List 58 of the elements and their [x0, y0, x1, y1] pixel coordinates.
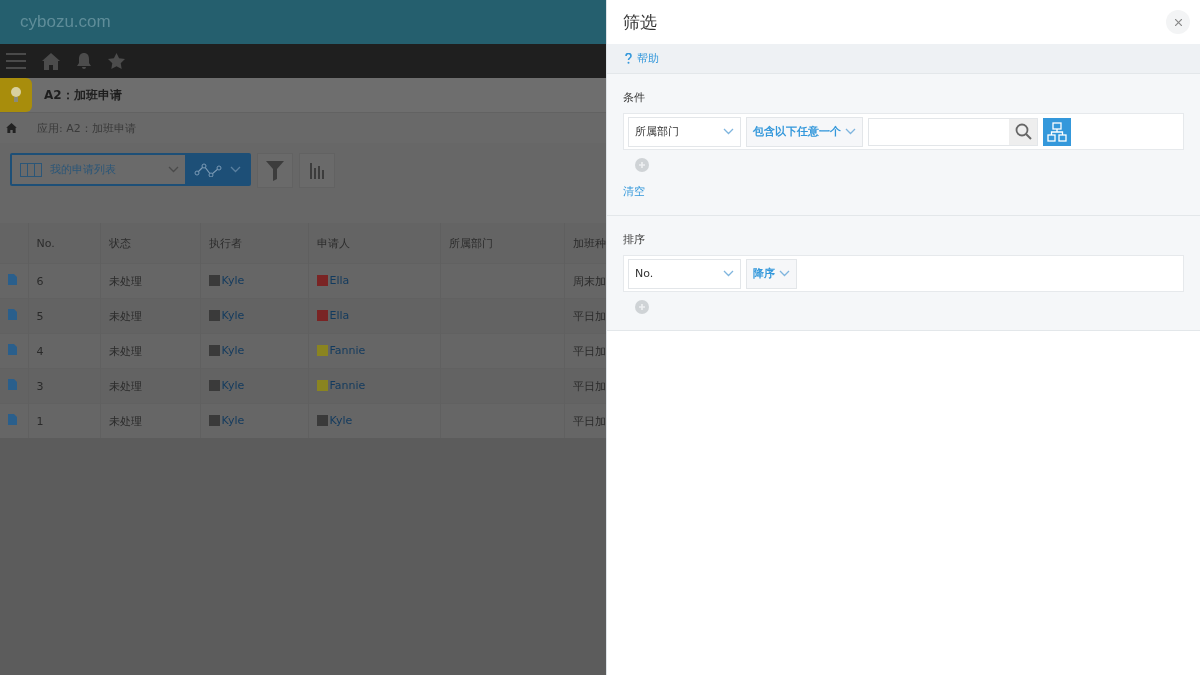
column-header: No. — [28, 223, 100, 264]
menu-icon[interactable] — [6, 53, 26, 69]
document-icon[interactable] — [8, 414, 17, 425]
question-icon — [625, 53, 632, 64]
sort-field-select[interactable]: No. — [628, 258, 741, 289]
chevron-icon — [779, 270, 790, 277]
table-cell: 5 — [28, 298, 100, 334]
field-select[interactable]: 所属部门 — [628, 116, 741, 147]
user-link[interactable]: Fannie — [329, 378, 366, 392]
panel-title: 筛选 — [623, 10, 657, 34]
add-icon[interactable] — [635, 158, 649, 172]
close-button[interactable] — [1166, 10, 1190, 34]
logo: cybozu.com — [20, 12, 111, 32]
sort-order-select[interactable]: 降序 — [746, 258, 797, 289]
user-link[interactable]: Kyle — [221, 308, 245, 322]
user-link[interactable]: Kyle — [221, 273, 245, 287]
chart-button[interactable] — [299, 153, 335, 188]
close-icon — [1174, 18, 1182, 26]
document-icon[interactable] — [8, 274, 17, 285]
search-icon — [1014, 123, 1032, 140]
user-link[interactable]: Kyle — [221, 378, 245, 392]
operator-select[interactable]: 包含以下任意一个 — [746, 116, 863, 147]
clear-link[interactable]: 清空 — [623, 184, 645, 199]
org-chart-icon — [1047, 121, 1067, 142]
line-graph-icon — [193, 162, 222, 177]
chevron-icon — [168, 166, 179, 173]
chevron-icon — [229, 166, 241, 173]
chevron-icon — [845, 128, 856, 135]
value-field[interactable] — [868, 117, 1038, 146]
section-label: 条件 — [623, 90, 645, 105]
section-label: 排序 — [623, 232, 645, 247]
bell-icon[interactable] — [76, 52, 92, 70]
funnel-icon — [266, 160, 284, 181]
home-icon[interactable] — [42, 52, 60, 70]
filter-button[interactable] — [257, 153, 293, 188]
help-link[interactable]: 帮助 — [625, 51, 659, 66]
chevron-icon — [723, 128, 734, 135]
app-title: A2：加班申请 — [44, 86, 122, 104]
org-chart-button[interactable] — [1043, 117, 1071, 146]
table-cell: 1 — [28, 403, 100, 438]
user-link[interactable]: Ella — [329, 273, 350, 287]
chevron-icon — [723, 270, 734, 277]
document-icon[interactable] — [8, 379, 17, 390]
add-icon[interactable] — [635, 300, 649, 314]
user-link[interactable]: Kyle — [221, 343, 245, 357]
document-icon[interactable] — [8, 344, 17, 355]
home-icon[interactable] — [6, 123, 17, 133]
star-icon[interactable] — [108, 53, 125, 69]
user-link[interactable]: Ella — [329, 308, 350, 322]
user-link[interactable]: Fannie — [329, 343, 366, 357]
document-icon[interactable] — [8, 309, 17, 320]
table-cell: 3 — [28, 368, 100, 404]
table-icon — [20, 162, 42, 177]
app-icon — [0, 78, 32, 112]
search-button[interactable] — [1009, 118, 1037, 145]
user-link[interactable]: Kyle — [221, 413, 245, 427]
bar-chart-icon — [310, 162, 324, 179]
user-link[interactable]: Kyle — [329, 413, 353, 427]
